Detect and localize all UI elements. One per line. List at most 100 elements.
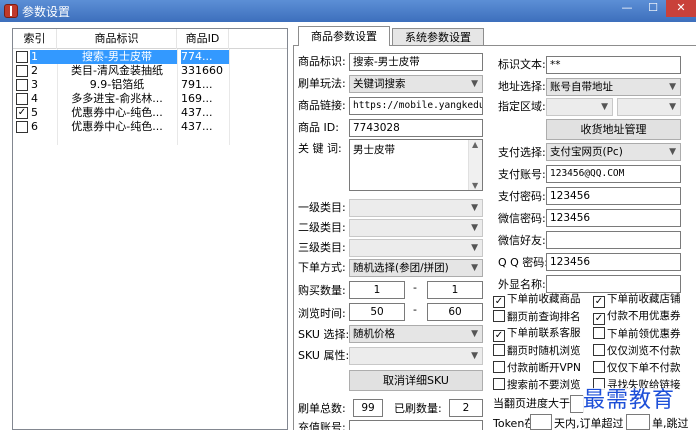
checkbox-order-only[interactable]: 仅仅下单不付款 — [593, 361, 681, 375]
product-link-label: 商品链接: — [298, 99, 346, 112]
wechat-password-input[interactable]: 123456 — [546, 209, 681, 227]
cat2-select[interactable]: ▼ — [349, 219, 483, 237]
checkbox-disconnect-vpn[interactable]: 付款前断开VPN — [493, 361, 581, 375]
table-row[interactable]: ✓ 5 优惠券中心-纯色... 437... — [13, 106, 287, 120]
done-orders-input[interactable]: 2 — [449, 399, 483, 417]
wechat-password-label: 微信密码: — [498, 212, 546, 225]
browse-time-min-input[interactable]: 50 — [349, 303, 405, 321]
recharge-input[interactable] — [349, 420, 483, 430]
browse-time-max-input[interactable]: 60 — [427, 303, 483, 321]
pay-password-input[interactable]: 123456 — [546, 187, 681, 205]
region-city-select[interactable]: ▼ — [617, 98, 681, 116]
checkbox-label: 仅仅浏览不付款 — [607, 345, 681, 357]
order-mode-label: 下单方式: — [298, 261, 346, 274]
scroll-up-icon[interactable]: ▲ — [472, 140, 478, 149]
table-row[interactable]: 6 优惠券中心-纯色... 437... — [13, 120, 287, 134]
buy-qty-max-input[interactable]: 1 — [427, 281, 483, 299]
checkbox-box[interactable]: ✓ — [493, 330, 505, 342]
mark-text-input[interactable]: ** — [546, 56, 681, 74]
pay-account-label: 支付账号: — [498, 168, 546, 181]
play-mode-select[interactable]: 关键词搜索 ▼ — [349, 75, 483, 93]
product-id-input[interactable]: 7743028 — [349, 119, 483, 137]
checkbox-box[interactable] — [493, 361, 505, 373]
checkbox-box[interactable]: ✓ — [593, 313, 605, 325]
table-row[interactable]: 3 9.9-铝箔纸 791... — [13, 78, 287, 92]
checkbox-random-browse[interactable]: 翻页时随机浏览 — [493, 344, 581, 358]
checkbox-get-coupon[interactable]: 下单前领优惠券 — [593, 327, 681, 341]
checkbox-box[interactable] — [493, 344, 505, 356]
address-value: 账号自带地址 — [550, 81, 613, 93]
window-title: 参数设置 — [22, 5, 71, 19]
total-orders-input[interactable]: 99 — [353, 399, 383, 417]
scroll-down-icon[interactable]: ▼ — [472, 181, 478, 190]
checkbox-no-coupon[interactable]: ✓ 付款不用优惠券 — [593, 310, 681, 325]
keyword-textarea[interactable]: 男士皮带 ▲ ▼ — [349, 139, 483, 191]
close-button[interactable]: ✕ — [666, 0, 696, 17]
watermark-logo: 最需教育 — [583, 388, 676, 414]
maximize-button[interactable]: ☐ — [640, 0, 666, 17]
product-tag-input[interactable]: 搜索-男士皮带 — [349, 53, 483, 71]
tab-system-params[interactable]: 系统参数设置 — [392, 28, 484, 46]
region-province-select[interactable]: ▼ — [546, 98, 613, 116]
header-id[interactable]: 商品ID — [177, 29, 229, 49]
token-orders-input[interactable] — [626, 414, 650, 430]
row-checkbox[interactable] — [16, 93, 28, 105]
header-index[interactable]: 索引 — [13, 29, 57, 49]
token-prefix-label: Token在 — [493, 417, 536, 430]
row-id: 169... — [181, 92, 213, 105]
checkbox-box[interactable] — [593, 327, 605, 339]
cat1-select[interactable]: ▼ — [349, 199, 483, 217]
chevron-down-icon: ▼ — [669, 147, 676, 157]
page-progress-input[interactable] — [570, 395, 584, 413]
table-row[interactable]: 4 多多进宝-俞兆林... 169... — [13, 92, 287, 106]
checkbox-box[interactable] — [593, 361, 605, 373]
sku-select[interactable]: 随机价格 ▼ — [349, 325, 483, 343]
checkbox-label: 下单前收藏店铺 — [607, 293, 681, 305]
row-checkbox[interactable] — [16, 79, 28, 91]
row-checkbox[interactable]: ✓ — [16, 107, 28, 119]
row-checkbox[interactable] — [16, 121, 28, 133]
shop-name-input[interactable] — [546, 275, 681, 293]
address-manage-button[interactable]: 收货地址管理 — [546, 119, 681, 140]
checkbox-no-browse-before-search[interactable]: 搜索前不要浏览 — [493, 378, 581, 392]
address-select[interactable]: 账号自带地址 ▼ — [546, 78, 681, 96]
checkbox-browse-only[interactable]: 仅仅浏览不付款 — [593, 344, 681, 358]
address-label: 地址选择: — [498, 80, 546, 93]
checkbox-query-rank[interactable]: 翻页前查询排名 — [493, 310, 581, 324]
checkbox-collect-shop[interactable]: ✓ 下单前收藏店铺 — [593, 293, 681, 308]
cat3-select[interactable]: ▼ — [349, 239, 483, 257]
range-dash: - — [413, 303, 417, 316]
title-bar[interactable]: 参数设置 — ☐ ✕ — [0, 0, 696, 22]
checkbox-box[interactable]: ✓ — [593, 296, 605, 308]
header-title[interactable]: 商品标识 — [57, 29, 177, 49]
product-list[interactable]: 索引 商品标识 商品ID 1 搜索-男士皮带 774... 2 类目-清风金装抽… — [12, 28, 288, 430]
wechat-friend-input[interactable] — [546, 231, 681, 249]
checkbox-box[interactable]: ✓ — [493, 296, 505, 308]
product-link-input[interactable]: https://mobile.yangkeduo. — [349, 97, 483, 115]
cancel-sku-button[interactable]: 取消详细SKU — [349, 370, 483, 391]
done-orders-label: 已刷数量: — [394, 402, 442, 415]
play-mode-value: 关键词搜索 — [353, 78, 406, 90]
row-checkbox[interactable] — [16, 51, 28, 63]
pay-account-input[interactable]: 123456@QQ.COM — [546, 165, 681, 183]
pay-select[interactable]: 支付宝网页(Pc) ▼ — [546, 143, 681, 161]
tab-product-params[interactable]: 商品参数设置 — [298, 26, 390, 46]
minimize-button[interactable]: — — [614, 0, 640, 17]
row-checkbox[interactable] — [16, 65, 28, 77]
checkbox-box[interactable] — [493, 378, 505, 390]
qq-password-input[interactable]: 123456 — [546, 253, 681, 271]
table-row[interactable]: 2 类目-清风金装抽纸 331660 — [13, 64, 287, 78]
row-title: 优惠券中心-纯色... — [71, 106, 163, 119]
scrollbar[interactable]: ▲ ▼ — [468, 140, 482, 190]
checkbox-contact-service[interactable]: ✓ 下单前联系客服 — [493, 327, 581, 342]
keyword-label: 关 键 词: — [298, 142, 342, 155]
table-row[interactable]: 1 搜索-男士皮带 774... — [13, 50, 287, 64]
order-mode-select[interactable]: 随机选择(参团/拼团) ▼ — [349, 259, 483, 277]
token-days-input[interactable] — [530, 414, 552, 430]
sku-attr-select[interactable]: ▼ — [349, 347, 483, 365]
chevron-down-icon: ▼ — [471, 223, 478, 233]
buy-qty-min-input[interactable]: 1 — [349, 281, 405, 299]
checkbox-collect-product[interactable]: ✓ 下单前收藏商品 — [493, 293, 581, 308]
checkbox-box[interactable] — [493, 310, 505, 322]
checkbox-box[interactable] — [593, 344, 605, 356]
